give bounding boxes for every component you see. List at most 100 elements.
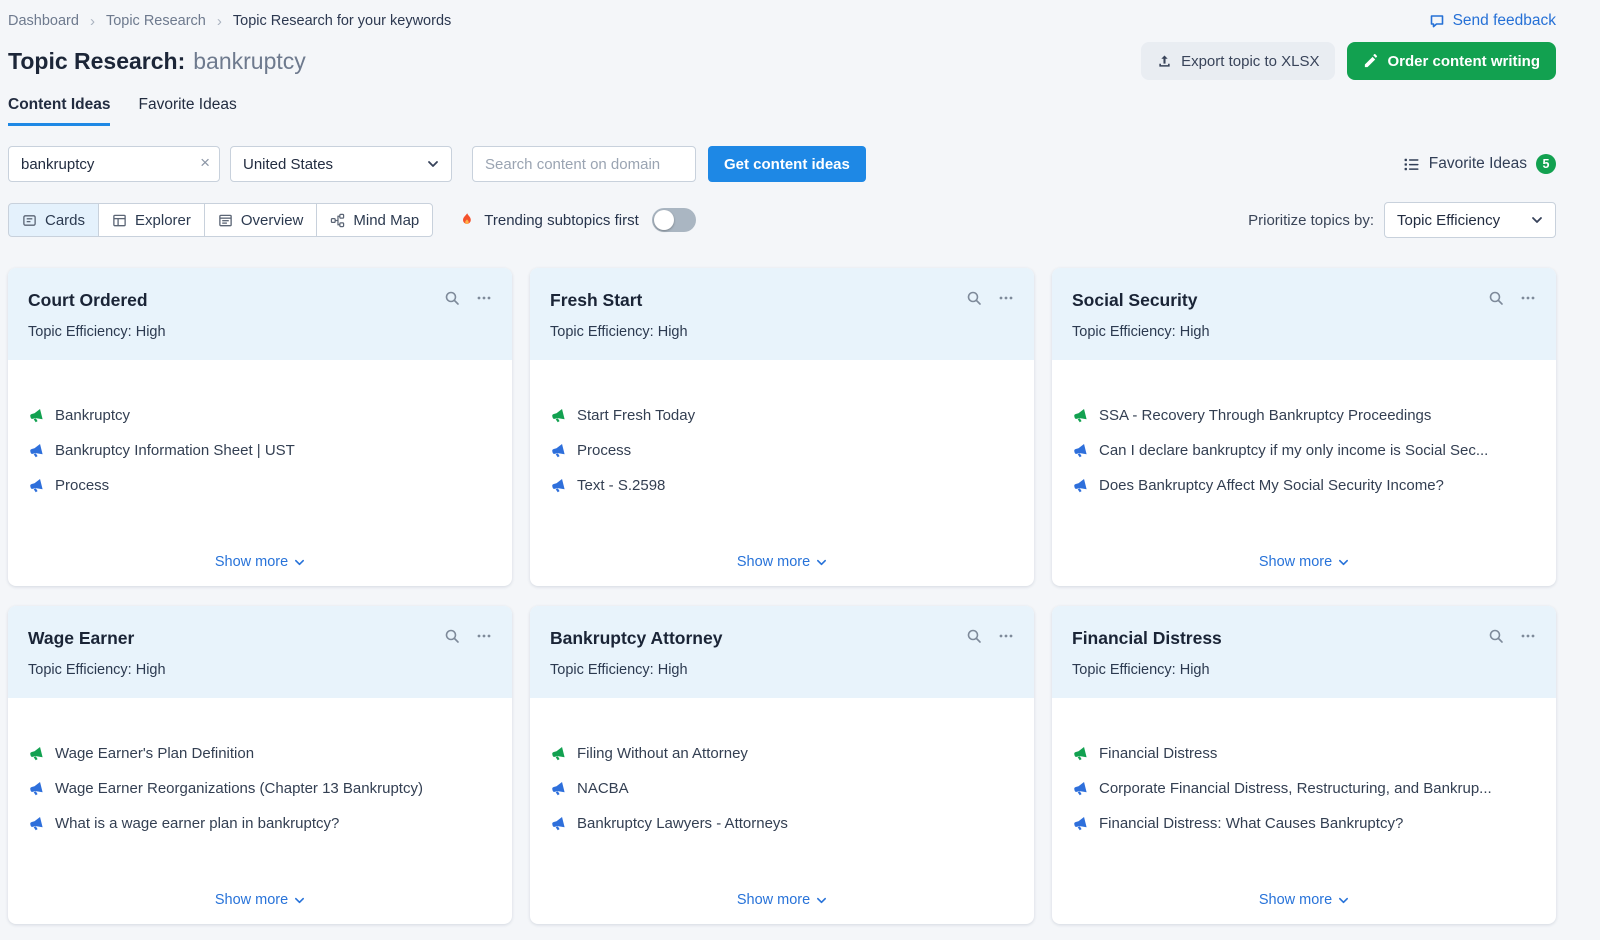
card-item-label: Does Bankruptcy Affect My Social Securit… xyxy=(1099,477,1444,494)
search-icon[interactable] xyxy=(966,628,982,644)
view-cards[interactable]: Cards xyxy=(8,203,99,237)
card-item[interactable]: Financial Distress xyxy=(1072,736,1536,771)
show-more-link[interactable]: Show more xyxy=(737,892,827,910)
more-menu-icon[interactable] xyxy=(998,628,1014,644)
search-icon[interactable] xyxy=(966,290,982,306)
view-mind-map-label: Mind Map xyxy=(353,212,419,229)
card-item[interactable]: Process xyxy=(28,468,492,503)
card-title: Fresh Start xyxy=(550,290,642,311)
card-item-label: Wage Earner's Plan Definition xyxy=(55,745,254,762)
topic-efficiency: Topic Efficiency: High xyxy=(1072,662,1536,678)
card-body: Filing Without an Attorney NACBA Bankrup… xyxy=(530,698,1034,924)
explorer-view-icon xyxy=(112,213,127,228)
card-item[interactable]: Bankruptcy Lawyers - Attorneys xyxy=(550,806,1014,841)
show-more-link[interactable]: Show more xyxy=(215,554,305,572)
card-header: Financial Distress Topic Efficiency: Hig… xyxy=(1052,606,1556,698)
list-icon xyxy=(1403,156,1420,173)
view-overview[interactable]: Overview xyxy=(204,203,318,237)
search-icon[interactable] xyxy=(444,628,460,644)
trending-toggle[interactable] xyxy=(652,208,696,232)
page-title-prefix: Topic Research: xyxy=(8,48,185,74)
card-item[interactable]: Bankruptcy xyxy=(28,398,492,433)
chevron-down-icon xyxy=(816,895,827,906)
card-item-label: NACBA xyxy=(577,780,629,797)
card-item[interactable]: NACBA xyxy=(550,771,1014,806)
more-menu-icon[interactable] xyxy=(476,628,492,644)
megaphone-icon xyxy=(550,443,566,459)
card-body: Wage Earner's Plan Definition Wage Earne… xyxy=(8,698,512,924)
view-switcher: Cards Explorer Overview Mind Map xyxy=(8,203,433,237)
get-content-ideas-button[interactable]: Get content ideas xyxy=(708,146,866,182)
search-icon[interactable] xyxy=(1488,290,1504,306)
breadcrumb-topic-research[interactable]: Topic Research xyxy=(106,13,206,29)
upload-icon xyxy=(1157,54,1172,69)
card-title: Court Ordered xyxy=(28,290,148,311)
more-menu-icon[interactable] xyxy=(476,290,492,306)
card-item-label: Text - S.2598 xyxy=(577,477,665,494)
card-item[interactable]: Corporate Financial Distress, Restructur… xyxy=(1072,771,1536,806)
prioritize-select[interactable]: Topic Efficiency xyxy=(1384,202,1556,238)
card-body: Start Fresh Today Process Text - S.2598 … xyxy=(530,360,1034,586)
card-item[interactable]: Financial Distress: What Causes Bankrupt… xyxy=(1072,806,1536,841)
view-explorer[interactable]: Explorer xyxy=(98,203,205,237)
clear-x-icon[interactable]: × xyxy=(200,153,210,173)
card-item-label: Financial Distress xyxy=(1099,745,1217,762)
more-menu-icon[interactable] xyxy=(998,290,1014,306)
card-item[interactable]: SSA - Recovery Through Bankruptcy Procee… xyxy=(1072,398,1536,433)
breadcrumb-current: Topic Research for your keywords xyxy=(233,13,451,29)
card-item[interactable]: Filing Without an Attorney xyxy=(550,736,1014,771)
show-more-link[interactable]: Show more xyxy=(737,554,827,572)
show-more-link[interactable]: Show more xyxy=(215,892,305,910)
chevron-down-icon xyxy=(1531,214,1543,226)
card-title: Financial Distress xyxy=(1072,628,1222,649)
megaphone-icon xyxy=(28,478,44,494)
search-icon[interactable] xyxy=(444,290,460,306)
mind-map-view-icon xyxy=(330,213,345,228)
card-item[interactable]: Wage Earner's Plan Definition xyxy=(28,736,492,771)
breadcrumb-dashboard[interactable]: Dashboard xyxy=(8,13,79,29)
tab-content-ideas[interactable]: Content Ideas xyxy=(8,96,110,126)
megaphone-icon xyxy=(1072,478,1088,494)
card-item[interactable]: Start Fresh Today xyxy=(550,398,1014,433)
show-more-label: Show more xyxy=(215,554,288,570)
card-item[interactable]: Text - S.2598 xyxy=(550,468,1014,503)
megaphone-icon xyxy=(1072,408,1088,424)
show-more-link[interactable]: Show more xyxy=(1259,554,1349,572)
overview-view-icon xyxy=(218,213,233,228)
more-menu-icon[interactable] xyxy=(1520,290,1536,306)
card-item-label: Process xyxy=(55,477,109,494)
card-item[interactable]: Bankruptcy Information Sheet | UST xyxy=(28,433,492,468)
order-content-writing-button[interactable]: Order content writing xyxy=(1347,42,1556,80)
card-item[interactable]: Process xyxy=(550,433,1014,468)
send-feedback-label: Send feedback xyxy=(1453,12,1556,30)
country-select[interactable]: United States xyxy=(230,146,452,182)
more-menu-icon[interactable] xyxy=(1520,628,1536,644)
topic-card-bankruptcy-attorney: Bankruptcy Attorney Topic Efficiency: Hi… xyxy=(530,606,1034,924)
show-more-link[interactable]: Show more xyxy=(1259,892,1349,910)
card-header: Fresh Start Topic Efficiency: High xyxy=(530,268,1034,360)
card-item-label: Filing Without an Attorney xyxy=(577,745,748,762)
card-body: Bankruptcy Bankruptcy Information Sheet … xyxy=(8,360,512,586)
keyword-field-wrap: × xyxy=(8,146,220,182)
domain-search-input[interactable] xyxy=(472,146,696,182)
card-item-label: Corporate Financial Distress, Restructur… xyxy=(1099,780,1492,797)
card-item[interactable]: What is a wage earner plan in bankruptcy… xyxy=(28,806,492,841)
topic-efficiency: Topic Efficiency: High xyxy=(550,324,1014,340)
domain-field-wrap xyxy=(472,146,696,182)
megaphone-icon xyxy=(550,781,566,797)
card-item-label: Bankruptcy Information Sheet | UST xyxy=(55,442,295,459)
export-xlsx-button[interactable]: Export topic to XLSX xyxy=(1141,42,1335,80)
topic-efficiency: Topic Efficiency: High xyxy=(28,324,492,340)
card-item-label: Bankruptcy xyxy=(55,407,130,424)
card-item[interactable]: Can I declare bankruptcy if my only inco… xyxy=(1072,433,1536,468)
tab-favorite-ideas[interactable]: Favorite Ideas xyxy=(138,96,236,126)
favorite-ideas-button[interactable]: Favorite Ideas 5 xyxy=(1403,154,1556,174)
search-icon[interactable] xyxy=(1488,628,1504,644)
view-mind-map[interactable]: Mind Map xyxy=(316,203,433,237)
card-item-label: Start Fresh Today xyxy=(577,407,695,424)
keyword-input[interactable] xyxy=(8,146,220,182)
card-item[interactable]: Does Bankruptcy Affect My Social Securit… xyxy=(1072,468,1536,503)
card-item[interactable]: Wage Earner Reorganizations (Chapter 13 … xyxy=(28,771,492,806)
send-feedback-link[interactable]: Send feedback xyxy=(1429,12,1556,30)
favorite-ideas-label: Favorite Ideas xyxy=(1429,155,1527,173)
